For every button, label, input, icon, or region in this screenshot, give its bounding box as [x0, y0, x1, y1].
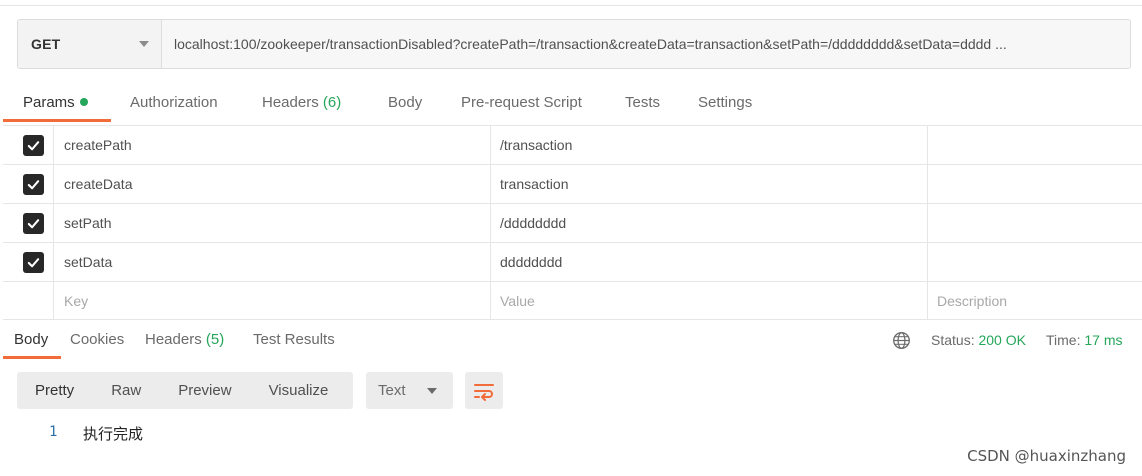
- param-value[interactable]: /transaction: [491, 126, 928, 164]
- tab-settings[interactable]: Settings: [698, 84, 752, 122]
- param-description[interactable]: [928, 165, 1142, 203]
- param-checkbox-cell: [3, 243, 54, 281]
- time-label: Time:: [1046, 332, 1081, 348]
- new-description-input[interactable]: Description: [928, 282, 1142, 319]
- line-number: 1: [49, 424, 58, 440]
- tab-cookies[interactable]: Cookies: [70, 321, 124, 359]
- tab-headers-label: Headers: [262, 94, 319, 111]
- tab-pre-request-script[interactable]: Pre-request Script: [461, 84, 582, 122]
- top-divider: [0, 5, 1142, 6]
- table-row: setData dddddddd: [3, 243, 1142, 282]
- param-description[interactable]: [928, 126, 1142, 164]
- param-checkbox[interactable]: [23, 212, 44, 234]
- table-row-new: Key Value Description: [3, 282, 1142, 320]
- params-table: createPath /transaction createData trans…: [3, 125, 1142, 320]
- time-value: 17 ms: [1084, 332, 1123, 348]
- globe-icon[interactable]: [892, 331, 911, 350]
- view-raw-button[interactable]: Raw: [111, 372, 141, 409]
- url-input[interactable]: localhost:100/zookeeper/transactionDisab…: [162, 20, 1130, 68]
- format-select[interactable]: Text: [366, 372, 453, 409]
- wrap-lines-button[interactable]: [465, 372, 503, 409]
- response-tabs: Body Cookies Headers (5) Test Results St…: [0, 321, 1142, 359]
- tab-body[interactable]: Body: [388, 84, 422, 122]
- param-checkbox[interactable]: [23, 134, 44, 156]
- checkmark-icon: [27, 218, 40, 228]
- status-readout: Status: 200 OK: [931, 321, 1026, 359]
- checkmark-icon: [27, 140, 40, 150]
- active-response-tab-underline: [3, 356, 61, 359]
- time-readout: Time: 17 ms: [1046, 321, 1123, 359]
- checkmark-icon: [27, 257, 40, 267]
- table-row: createData transaction: [3, 165, 1142, 204]
- param-checkbox-cell: [3, 126, 54, 164]
- param-value[interactable]: /dddddddd: [491, 204, 928, 242]
- response-body: 1 执行完成: [0, 420, 1142, 450]
- new-value-input[interactable]: Value: [491, 282, 928, 319]
- request-bar: GET localhost:100/zookeeper/transactionD…: [17, 19, 1131, 69]
- checkmark-icon: [27, 179, 40, 189]
- param-checkbox-cell: [3, 204, 54, 242]
- tab-tests[interactable]: Tests: [625, 84, 660, 122]
- params-active-dot-icon: [79, 98, 88, 106]
- tab-params[interactable]: Params: [23, 84, 88, 122]
- tab-params-label: Params: [23, 94, 75, 111]
- tab-response-headers[interactable]: Headers (5): [145, 321, 224, 359]
- param-checkbox[interactable]: [23, 251, 44, 273]
- tab-headers[interactable]: Headers (6): [262, 84, 341, 122]
- param-key[interactable]: createPath: [54, 126, 491, 164]
- tab-test-results[interactable]: Test Results: [253, 321, 335, 359]
- status-label: Status:: [931, 332, 975, 348]
- method-select[interactable]: GET: [18, 20, 162, 68]
- new-key-input[interactable]: Key: [54, 282, 491, 319]
- watermark: CSDN @huaxinzhang: [967, 447, 1126, 465]
- tab-response-headers-label: Headers: [145, 331, 202, 348]
- view-pretty-button[interactable]: Pretty: [35, 372, 74, 409]
- tab-headers-count: (6): [322, 94, 342, 111]
- tab-response-body[interactable]: Body: [14, 321, 48, 359]
- param-value[interactable]: transaction: [491, 165, 928, 203]
- view-preview-button[interactable]: Preview: [178, 372, 231, 409]
- param-description[interactable]: [928, 243, 1142, 281]
- param-description[interactable]: [928, 204, 1142, 242]
- wrap-lines-icon: [474, 383, 494, 401]
- chevron-down-icon: [139, 41, 149, 47]
- active-tab-underline: [3, 119, 111, 122]
- param-key[interactable]: setData: [54, 243, 491, 281]
- format-label: Text: [378, 382, 406, 399]
- status-value: 200 OK: [978, 332, 1026, 348]
- chevron-down-icon: [427, 387, 437, 394]
- param-key[interactable]: createData: [54, 165, 491, 203]
- tab-response-headers-count: (5): [205, 331, 225, 348]
- param-checkbox-cell-empty: [3, 282, 54, 319]
- tab-authorization[interactable]: Authorization: [130, 84, 218, 122]
- method-label: GET: [31, 36, 61, 52]
- param-checkbox-cell: [3, 165, 54, 203]
- table-row: setPath /dddddddd: [3, 204, 1142, 243]
- param-checkbox[interactable]: [23, 173, 44, 195]
- param-value[interactable]: dddddddd: [491, 243, 928, 281]
- table-row: createPath /transaction: [3, 126, 1142, 165]
- view-mode-group: Pretty Raw Preview Visualize: [17, 372, 353, 409]
- param-key[interactable]: setPath: [54, 204, 491, 242]
- request-tabs: Params Authorization Headers (6) Body Pr…: [0, 84, 1142, 124]
- response-line-text: 执行完成: [83, 425, 144, 443]
- view-visualize-button[interactable]: Visualize: [269, 372, 329, 409]
